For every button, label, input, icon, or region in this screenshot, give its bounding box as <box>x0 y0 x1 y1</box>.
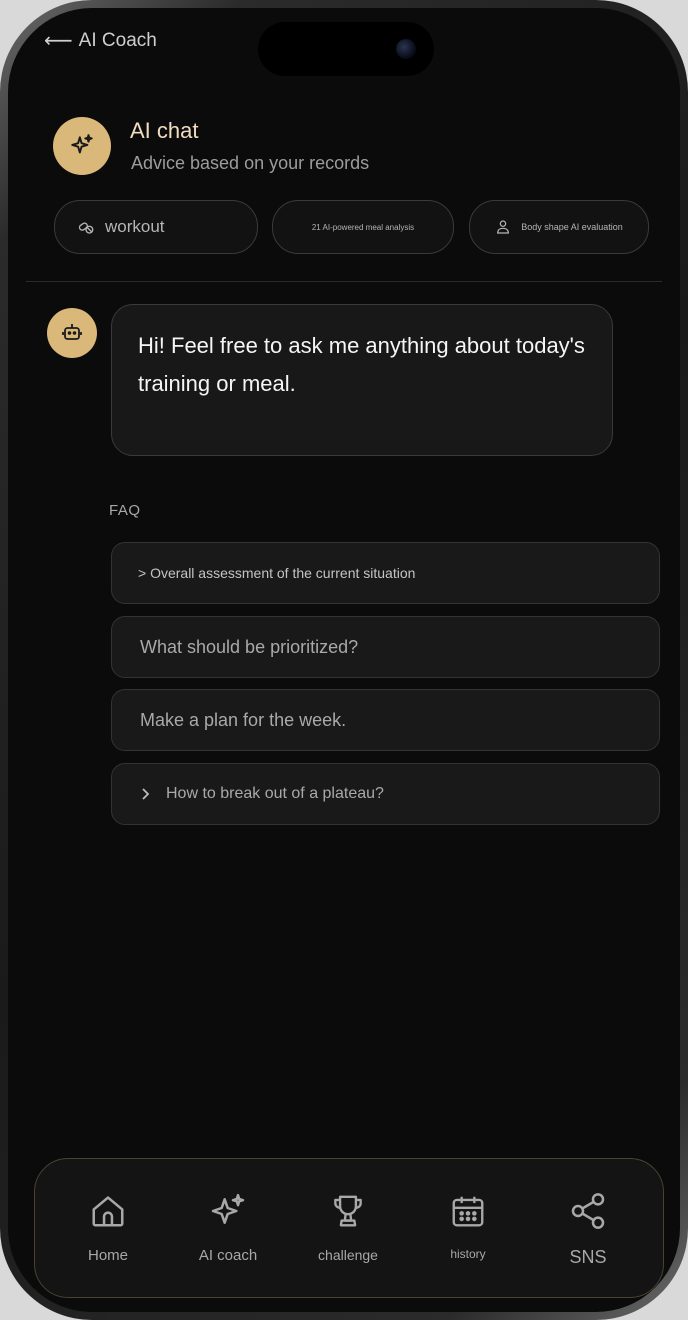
faq-item-prioritize[interactable]: What should be prioritized? <box>111 616 660 678</box>
chevron-right-icon <box>142 788 150 800</box>
nav-home[interactable]: Home <box>53 1189 163 1264</box>
page-subtitle: Advice based on your records <box>131 153 370 173</box>
faq-item-assessment[interactable]: > Overall assessment of the current situ… <box>111 542 660 604</box>
nav-label: AI coach <box>198 1247 258 1264</box>
robot-icon <box>62 324 82 340</box>
ai-chat-avatar <box>53 117 111 175</box>
nav-label: SNS <box>569 1247 607 1267</box>
faq-item-plateau[interactable]: How to break out of a plateau? <box>111 763 660 825</box>
back-label: AI Coach <box>78 29 157 51</box>
faq-item-label: What should be prioritized? <box>140 636 359 657</box>
back-button[interactable]: ⟵ AI Coach <box>44 28 157 53</box>
chip-body-evaluation[interactable]: Body shape AI evaluation <box>469 200 649 254</box>
app-screen: ⟵ AI Coach AI chat Advice based on your … <box>8 8 680 1312</box>
person-icon <box>497 220 510 234</box>
camera-icon <box>396 39 416 59</box>
nav-sns[interactable]: SNS <box>533 1189 643 1268</box>
faq-item-label: > Overall assessment of the current situ… <box>138 565 416 581</box>
home-icon <box>92 1196 124 1227</box>
faq-item-weekly-plan[interactable]: Make a plan for the week. <box>111 689 660 751</box>
share-icon <box>571 1193 605 1229</box>
chip-label: Body shape AI evaluation <box>521 222 623 232</box>
chip-workout[interactable]: workout <box>54 200 258 254</box>
phone-frame: ⟵ AI Coach AI chat Advice based on your … <box>0 0 688 1320</box>
divider <box>26 281 662 282</box>
faq-item-label: How to break out of a plateau? <box>166 785 384 802</box>
nav-label: history <box>450 1247 486 1261</box>
back-arrow-icon: ⟵ <box>44 30 73 52</box>
bottom-nav: Home AI coach challenge history SNS <box>34 1158 664 1298</box>
chat-bubble: Hi! Feel free to ask me anything about t… <box>111 304 613 456</box>
faq-item-label: Make a plan for the week. <box>140 709 347 730</box>
page-title: AI chat <box>130 118 199 143</box>
sparkle-icon <box>211 1193 245 1224</box>
pill-icon <box>78 222 94 234</box>
nav-label: Home <box>87 1247 128 1264</box>
calendar-icon <box>452 1196 484 1227</box>
bot-avatar <box>47 308 97 358</box>
chip-label: workout <box>105 217 165 236</box>
chip-meal-analysis[interactable]: 21 AI-powered meal analysis <box>272 200 454 254</box>
chip-label: 21 AI-powered meal analysis <box>311 222 415 232</box>
faq-heading: FAQ <box>109 502 141 519</box>
sparkle-icon <box>71 134 93 154</box>
nav-label: challenge <box>318 1247 378 1263</box>
nav-history[interactable]: history <box>413 1189 523 1261</box>
nav-ai-coach[interactable]: AI coach <box>173 1189 283 1264</box>
nav-challenge[interactable]: challenge <box>293 1189 403 1263</box>
dynamic-island <box>258 22 434 76</box>
trophy-icon <box>334 1195 362 1227</box>
